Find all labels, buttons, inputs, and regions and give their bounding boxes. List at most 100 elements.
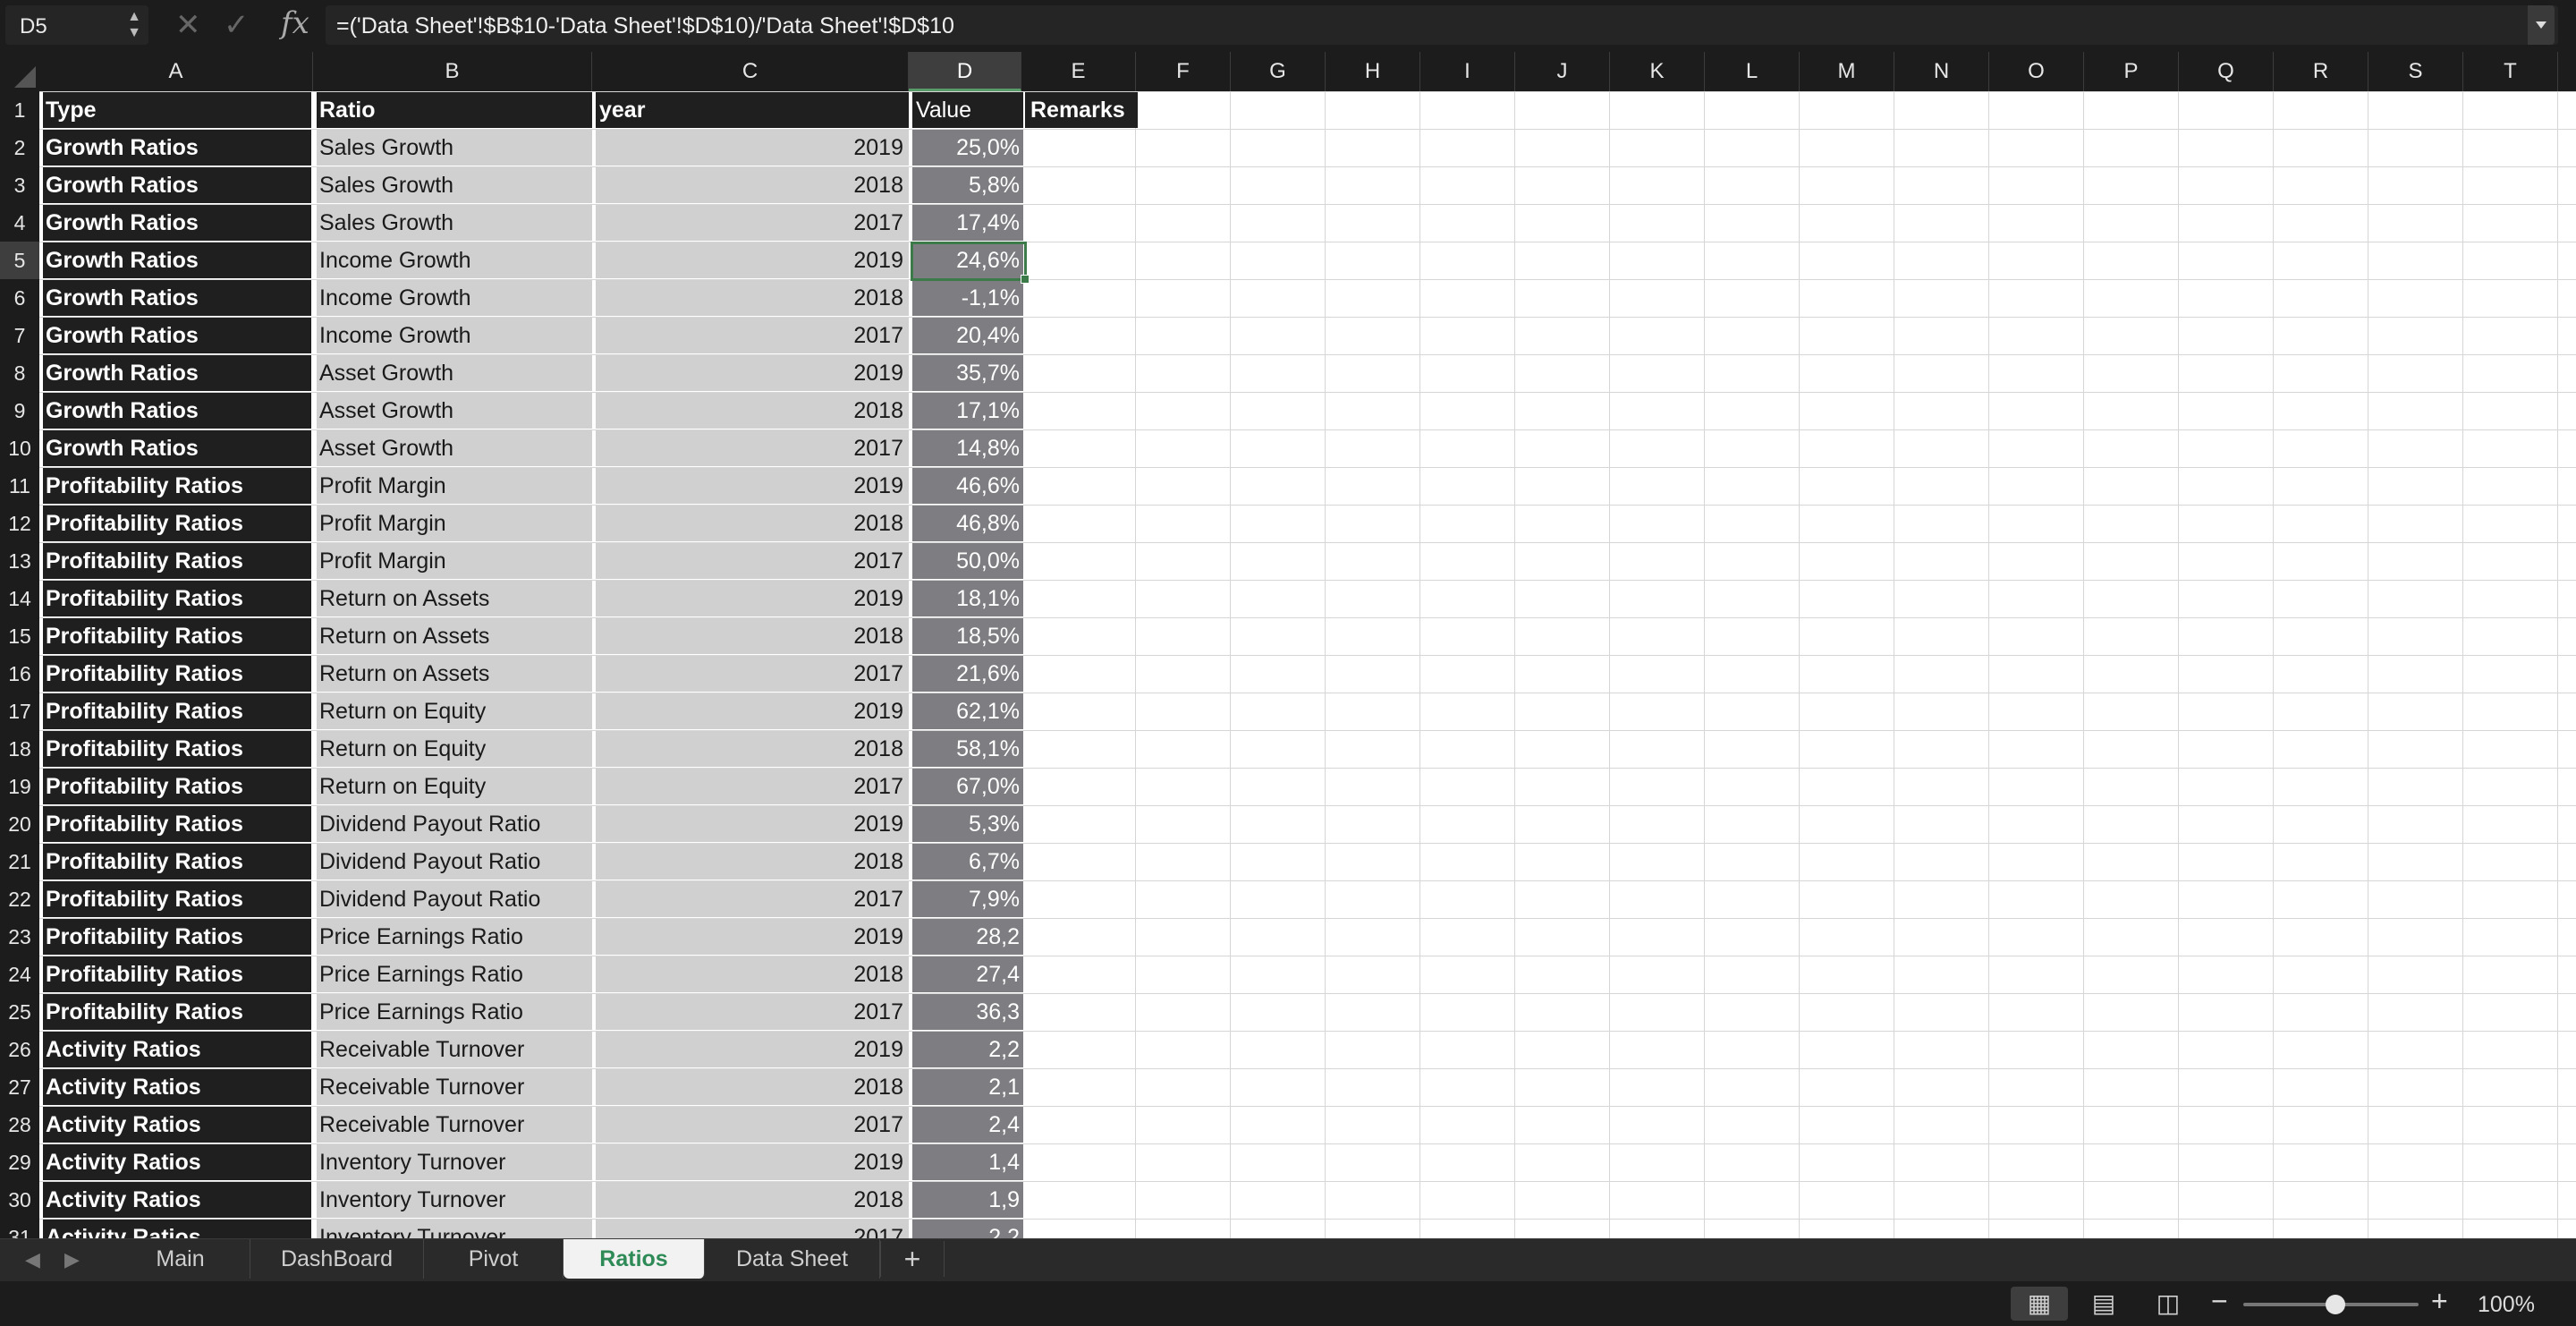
column-header-b[interactable]: B xyxy=(313,52,592,91)
cell-value[interactable]: 18,5% xyxy=(912,618,1023,654)
cell-ratio[interactable]: Asset Growth xyxy=(317,393,592,429)
header-type[interactable]: Type xyxy=(43,92,311,128)
row-header[interactable]: 11 xyxy=(0,467,39,505)
row-header[interactable]: 14 xyxy=(0,580,39,617)
cell-value[interactable]: 20,4% xyxy=(912,318,1023,353)
row-header[interactable]: 4 xyxy=(0,204,39,242)
cell-type[interactable]: Profitability Ratios xyxy=(43,956,311,992)
cell-value[interactable]: 1,9 xyxy=(912,1182,1023,1218)
row-header[interactable]: 1 xyxy=(0,91,39,129)
cell-ratio[interactable]: Asset Growth xyxy=(317,430,592,466)
cell-type[interactable]: Profitability Ratios xyxy=(43,731,311,767)
row-header[interactable]: 8 xyxy=(0,354,39,392)
row-header[interactable]: 10 xyxy=(0,429,39,467)
column-header-n[interactable]: N xyxy=(1894,52,1989,91)
column-header-i[interactable]: I xyxy=(1420,52,1515,91)
header-ratio[interactable]: Ratio xyxy=(317,92,592,128)
cell-value[interactable]: 14,8% xyxy=(912,430,1023,466)
cell-type[interactable]: Growth Ratios xyxy=(43,393,311,429)
cell-year[interactable]: 2019 xyxy=(596,919,909,955)
cell-type[interactable]: Activity Ratios xyxy=(43,1220,311,1238)
row-header[interactable]: 20 xyxy=(0,805,39,843)
cell-year[interactable]: 2017 xyxy=(596,656,909,692)
cell-year[interactable]: 2018 xyxy=(596,731,909,767)
cell-ratio[interactable]: Return on Assets xyxy=(317,656,592,692)
cell-ratio[interactable]: Price Earnings Ratio xyxy=(317,956,592,992)
column-header-j[interactable]: J xyxy=(1515,52,1610,91)
cell-value[interactable]: 2,2 xyxy=(912,1032,1023,1067)
page-break-view-icon[interactable]: ◫ xyxy=(2140,1287,2197,1321)
cell-value[interactable]: 58,1% xyxy=(912,731,1023,767)
column-header-t[interactable]: T xyxy=(2463,52,2558,91)
cell-ratio[interactable]: Profit Margin xyxy=(317,543,592,579)
cell-type[interactable]: Growth Ratios xyxy=(43,130,311,166)
cell-year[interactable]: 2019 xyxy=(596,130,909,166)
column-header-u[interactable]: U xyxy=(2558,52,2576,91)
column-header-l[interactable]: L xyxy=(1705,52,1800,91)
cell-type[interactable]: Profitability Ratios xyxy=(43,656,311,692)
column-header-q[interactable]: Q xyxy=(2179,52,2274,91)
cell-value[interactable]: 35,7% xyxy=(912,355,1023,391)
row-header[interactable]: 26 xyxy=(0,1031,39,1068)
cell-ratio[interactable]: Dividend Payout Ratio xyxy=(317,881,592,917)
sheet-tab-dashboard[interactable]: DashBoard xyxy=(250,1239,424,1279)
cell-value[interactable]: 28,2 xyxy=(912,919,1023,955)
cell-year[interactable]: 2017 xyxy=(596,430,909,466)
cell-value[interactable]: 2,1 xyxy=(912,1069,1023,1105)
cell-value[interactable]: 1,4 xyxy=(912,1144,1023,1180)
row-header[interactable]: 19 xyxy=(0,768,39,805)
cell-type[interactable]: Growth Ratios xyxy=(43,355,311,391)
cell-year[interactable]: 2017 xyxy=(596,1220,909,1238)
cell-type[interactable]: Profitability Ratios xyxy=(43,506,311,541)
cell-ratio[interactable]: Asset Growth xyxy=(317,355,592,391)
cell-value[interactable]: 6,7% xyxy=(912,844,1023,880)
cell-year[interactable]: 2017 xyxy=(596,881,909,917)
cell-year[interactable]: 2018 xyxy=(596,956,909,992)
cells-area[interactable]: Type Ratio year Value Remarks Growth Ratios Sa… xyxy=(39,91,2576,1238)
cell-ratio[interactable]: Income Growth xyxy=(317,280,592,316)
cell-year[interactable]: 2019 xyxy=(596,1144,909,1180)
row-header[interactable]: 7 xyxy=(0,317,39,354)
cell-type[interactable]: Growth Ratios xyxy=(43,318,311,353)
cell-ratio[interactable]: Dividend Payout Ratio xyxy=(317,806,592,842)
zoom-slider[interactable] xyxy=(2243,1295,2419,1314)
add-sheet-button[interactable]: + xyxy=(880,1241,945,1277)
cell-type[interactable]: Profitability Ratios xyxy=(43,806,311,842)
cell-value[interactable]: 46,8% xyxy=(912,506,1023,541)
row-header[interactable]: 12 xyxy=(0,505,39,542)
column-header-c[interactable]: C xyxy=(592,52,909,91)
cell-year[interactable]: 2017 xyxy=(596,1107,909,1143)
sheet-tab-pivot[interactable]: Pivot xyxy=(424,1239,564,1279)
next-sheet-icon[interactable]: ▶ xyxy=(64,1248,80,1271)
cell-type[interactable]: Growth Ratios xyxy=(43,167,311,203)
cell-ratio[interactable]: Receivable Turnover xyxy=(317,1032,592,1067)
cell-ratio[interactable]: Sales Growth xyxy=(317,205,592,241)
column-header-s[interactable]: S xyxy=(2368,52,2463,91)
cell-ratio[interactable]: Sales Growth xyxy=(317,130,592,166)
cell-year[interactable]: 2019 xyxy=(596,468,909,504)
column-header-h[interactable]: H xyxy=(1326,52,1420,91)
cell-type[interactable]: Profitability Ratios xyxy=(43,881,311,917)
column-header-p[interactable]: P xyxy=(2084,52,2179,91)
cell-type[interactable]: Activity Ratios xyxy=(43,1182,311,1218)
cell-type[interactable]: Profitability Ratios xyxy=(43,468,311,504)
page-layout-view-icon[interactable]: ▤ xyxy=(2075,1287,2132,1321)
cell-ratio[interactable]: Profit Margin xyxy=(317,506,592,541)
cell-ratio[interactable]: Return on Assets xyxy=(317,581,592,616)
cell-year[interactable]: 2018 xyxy=(596,393,909,429)
cell-type[interactable]: Activity Ratios xyxy=(43,1144,311,1180)
cell-ratio[interactable]: Receivable Turnover xyxy=(317,1107,592,1143)
header-remarks[interactable]: Remarks xyxy=(1025,92,1138,128)
row-header[interactable]: 6 xyxy=(0,279,39,317)
column-header-e[interactable]: E xyxy=(1021,52,1136,91)
cell-value[interactable]: 7,9% xyxy=(912,881,1023,917)
cell-ratio[interactable]: Sales Growth xyxy=(317,167,592,203)
cell-ratio[interactable]: Income Growth xyxy=(317,318,592,353)
cell-value[interactable]: 36,3 xyxy=(912,994,1023,1030)
cell-year[interactable]: 2019 xyxy=(596,693,909,729)
cell-year[interactable]: 2018 xyxy=(596,1069,909,1105)
cell-value[interactable]: 18,1% xyxy=(912,581,1023,616)
cell-year[interactable]: 2019 xyxy=(596,1032,909,1067)
cancel-icon[interactable]: ✕ xyxy=(175,7,201,43)
cell-ratio[interactable]: Inventory Turnover xyxy=(317,1182,592,1218)
